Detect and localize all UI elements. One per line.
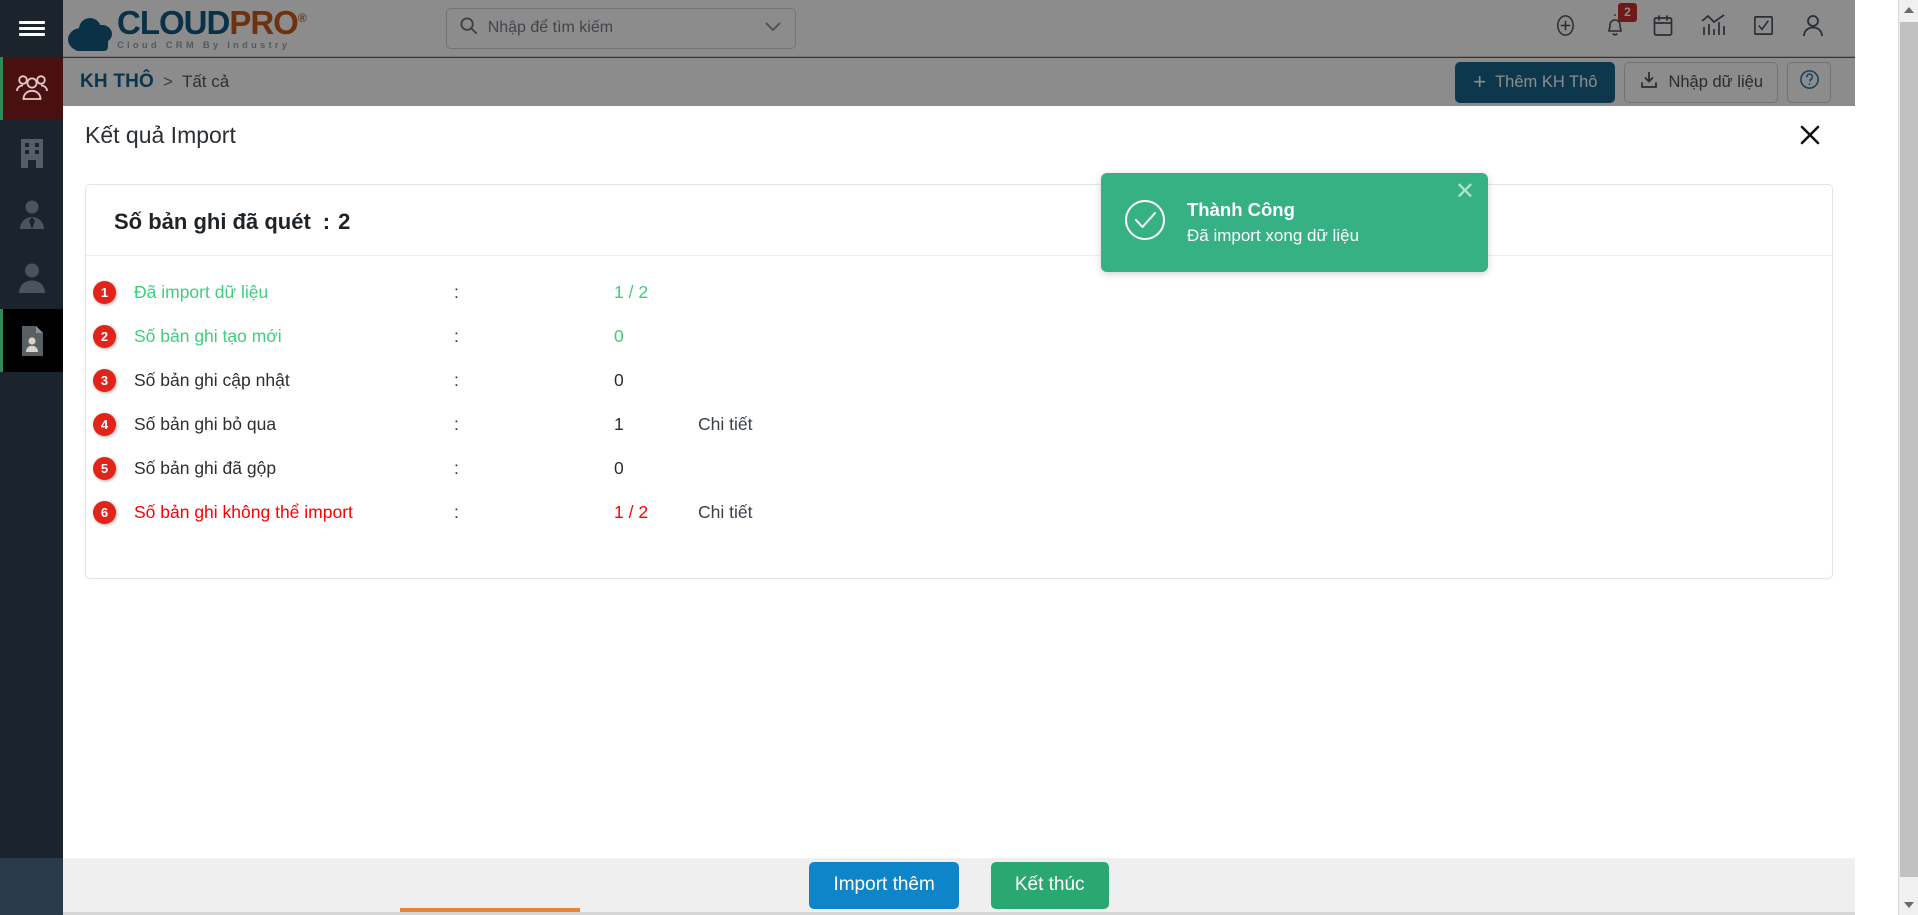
success-toast: Thành Công Đã import xong dữ liệu ✕	[1101, 173, 1488, 272]
row-colon: :	[454, 325, 459, 346]
close-icon[interactable]	[1795, 120, 1825, 150]
sidebar-item-customer[interactable]	[0, 246, 63, 309]
row-label: Số bản ghi đã gộp	[134, 457, 277, 478]
row-number-badge: 3	[93, 368, 116, 392]
row-label: Đã import dữ liệu	[134, 281, 269, 302]
finish-button[interactable]: Kết thúc	[990, 861, 1109, 909]
table-row: 4 Số bản ghi bỏ qua : 1 Chi tiết	[86, 402, 1832, 446]
app-root: CLOUDPRO® Cloud CRM By Industry Nhập để …	[0, 0, 1918, 915]
sidebar-item-contacts-group[interactable]	[0, 57, 63, 120]
modal-body: Số bản ghi đã quét:2 1 Đã import dữ liệu…	[63, 164, 1855, 858]
table-row: 2 Số bản ghi tạo mới : 0	[86, 314, 1832, 358]
import-result-card: Số bản ghi đã quét:2 1 Đã import dữ liệu…	[85, 184, 1833, 579]
scanned-records-value: 2	[338, 209, 351, 234]
toast-text: Thành Công Đã import xong dữ liệu	[1187, 199, 1359, 246]
sidebar-item-raw-lead[interactable]	[0, 309, 63, 372]
row-value: 0	[614, 325, 624, 346]
page-scrollbar[interactable]	[1898, 0, 1918, 915]
hamburger-bar	[18, 21, 45, 24]
import-result-modal: Kết quả Import Số bản ghi đã quét:2 1 Đã…	[63, 106, 1855, 858]
row-number-badge: 5	[93, 456, 116, 480]
import-more-button[interactable]: Import thêm	[809, 861, 959, 909]
sidebar-item-company[interactable]	[0, 120, 63, 183]
row-label: Số bản ghi tạo mới	[134, 325, 282, 346]
scanned-records-label: Số bản ghi đã quét	[114, 209, 311, 234]
row-value: 1 / 2	[614, 281, 649, 302]
row-label: Số bản ghi cập nhật	[134, 369, 290, 390]
hamburger-menu-button[interactable]	[0, 0, 63, 57]
toast-title: Thành Công	[1187, 199, 1295, 220]
row-colon: :	[454, 281, 459, 302]
hamburger-bar	[18, 33, 45, 36]
footer-progress-accent	[400, 908, 580, 912]
people-group-icon	[15, 74, 49, 104]
import-result-rows: 1 Đã import dữ liệu : 1 / 2 2 Số bản ghi…	[86, 256, 1832, 534]
row-label: Số bản ghi không thể import	[134, 501, 353, 522]
page-title: Kết quả Import	[85, 121, 236, 148]
sidebar-item-employee[interactable]	[0, 183, 63, 246]
check-circle-icon	[1121, 196, 1169, 249]
toast-close-icon[interactable]: ✕	[1455, 180, 1475, 204]
row-number-badge: 4	[93, 412, 116, 436]
row-colon: :	[454, 369, 459, 390]
row-value: 0	[614, 457, 624, 478]
modal-backdrop[interactable]	[63, 0, 1855, 106]
sidebar-footer	[0, 858, 63, 915]
row-number-badge: 2	[93, 324, 116, 348]
row-detail-link[interactable]: Chi tiết	[698, 414, 752, 435]
table-row: 6 Số bản ghi không thể import : 1 / 2 Ch…	[86, 490, 1832, 534]
person-icon	[17, 262, 47, 294]
row-detail-link[interactable]: Chi tiết	[698, 502, 752, 523]
scanned-records-colon: :	[322, 209, 331, 234]
row-number-badge: 1	[93, 280, 116, 304]
modal-footer: Import thêm Kết thúc	[63, 858, 1855, 912]
row-value: 0	[614, 369, 624, 390]
row-colon: :	[454, 501, 459, 522]
row-label: Số bản ghi bỏ qua	[134, 413, 277, 434]
row-colon: :	[454, 413, 459, 434]
table-row: 1 Đã import dữ liệu : 1 / 2	[86, 270, 1832, 314]
document-person-icon	[19, 325, 45, 357]
row-value: 1 / 2	[614, 501, 649, 522]
toast-message: Đã import xong dữ liệu	[1187, 226, 1360, 245]
scroll-up-arrow[interactable]	[1899, 0, 1918, 20]
hamburger-bar	[18, 27, 45, 30]
scrollbar-thumb[interactable]	[1900, 22, 1918, 877]
table-row: 5 Số bản ghi đã gộp : 0	[86, 446, 1832, 490]
left-sidebar	[0, 0, 63, 858]
scanned-records-summary: Số bản ghi đã quét:2	[86, 209, 1832, 256]
row-colon: :	[454, 457, 459, 478]
modal-header: Kết quả Import	[63, 106, 1855, 164]
table-row: 3 Số bản ghi cập nhật : 0	[86, 358, 1832, 402]
row-number-badge: 6	[93, 500, 116, 524]
row-value: 1	[614, 413, 624, 434]
person-tie-icon	[17, 199, 47, 231]
scroll-down-arrow[interactable]	[1899, 895, 1918, 915]
building-icon	[19, 136, 45, 168]
